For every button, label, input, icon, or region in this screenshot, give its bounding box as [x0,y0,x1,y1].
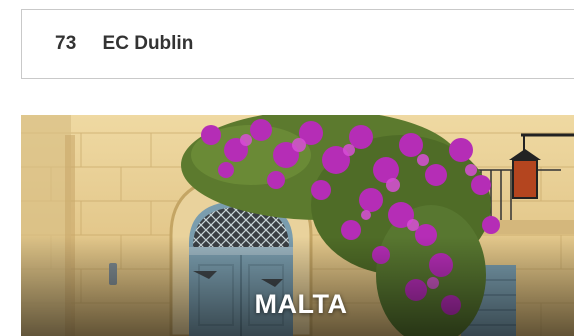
destination-title: MALTA [254,289,348,319]
ranking-list-item[interactable]: 73 EC Dublin [21,9,574,79]
school-name[interactable]: EC Dublin [103,33,194,55]
destination-card-malta[interactable]: MALTA [21,115,574,336]
rank-number: 73 [55,33,77,54]
